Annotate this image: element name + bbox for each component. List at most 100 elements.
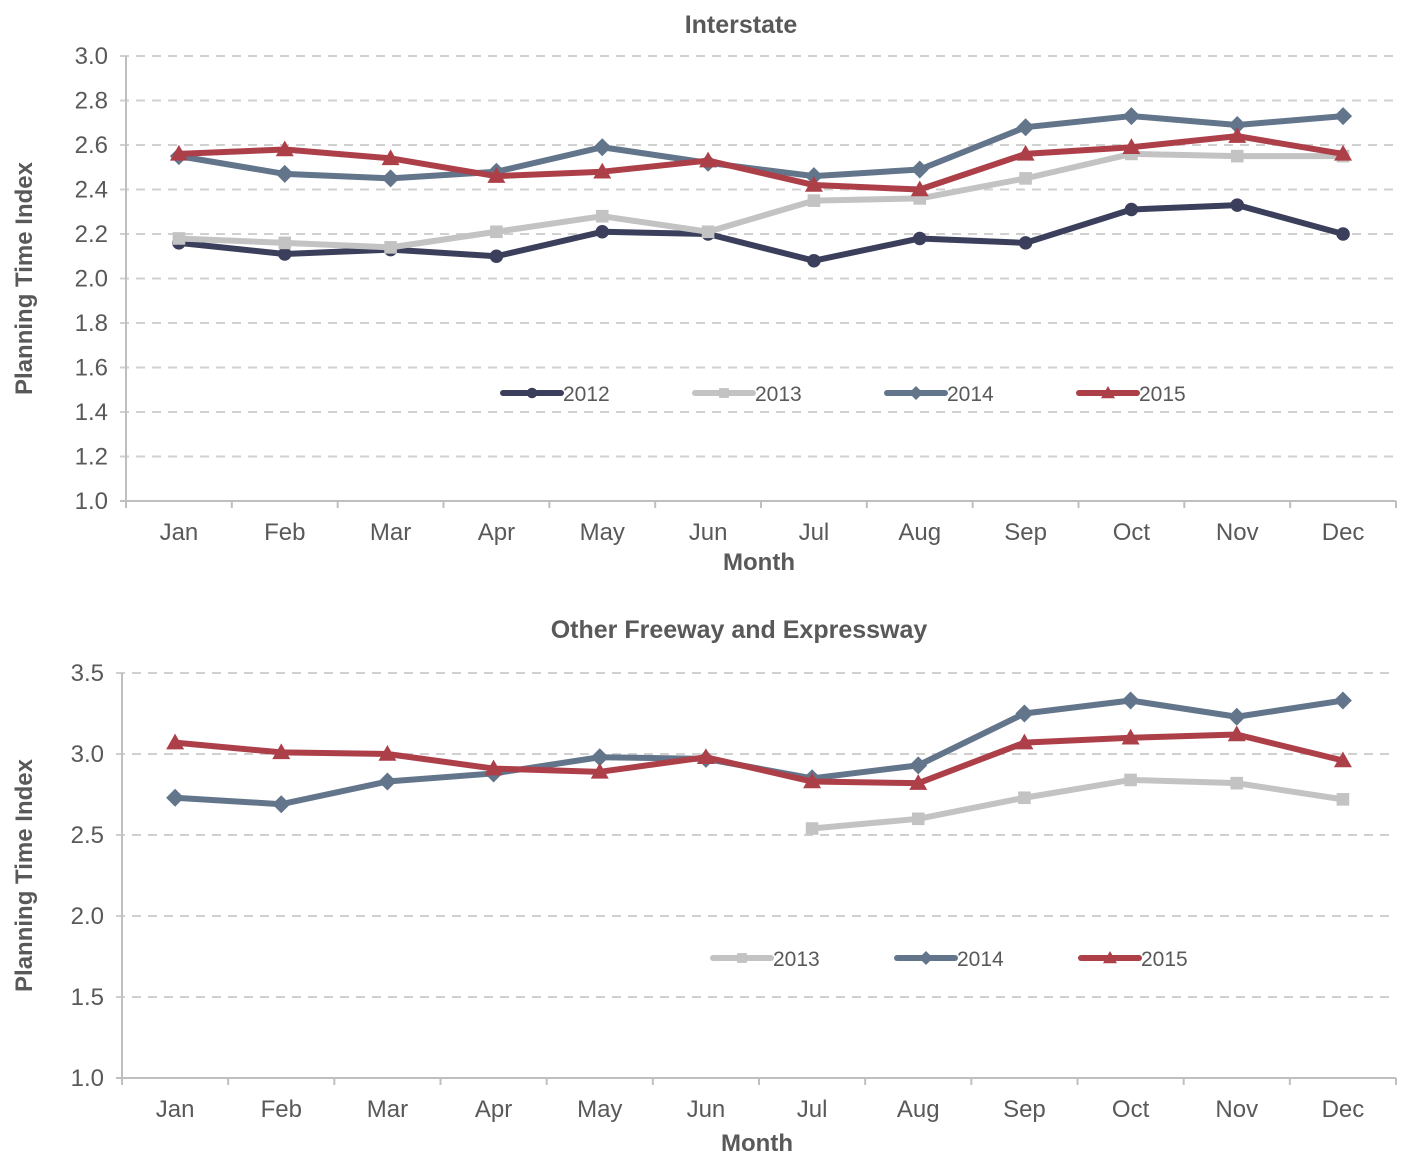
legend-marker-2014 xyxy=(909,386,923,400)
x-tick-label: Nov xyxy=(1216,519,1259,546)
y-tick-label: 2.4 xyxy=(75,177,108,204)
data-point-2013-Sep xyxy=(1018,791,1031,805)
legend: 2013 2014 2015 xyxy=(710,948,1188,971)
x-tick-label: Aug xyxy=(898,519,941,546)
data-point-2013-Dec xyxy=(1336,793,1350,806)
data-point-2012-Apr xyxy=(489,249,504,263)
y-tick-label: 1.0 xyxy=(75,488,108,515)
legend-marker-2012 xyxy=(526,387,538,399)
y-tick-label: 1.2 xyxy=(75,444,108,471)
data-point-2013-Sep xyxy=(1019,172,1032,185)
y-tick-label: 1.8 xyxy=(75,310,108,337)
data-point-2014-Aug xyxy=(910,160,929,179)
data-point-2014-May xyxy=(593,138,612,157)
x-axis-title: Month xyxy=(723,549,795,576)
data-point-2013-Jul xyxy=(807,194,821,207)
data-point-2014-Oct xyxy=(1122,107,1141,126)
charts-canvas: Interstate 1.0 1.2 1.4 1.6 1.8 2.0 2.2 2.4 2.6 2.8… xyxy=(11,11,1397,1157)
x-tick-label: Dec xyxy=(1322,519,1365,546)
x-tick-label: Oct xyxy=(1113,519,1151,546)
data-point-2012-Sep xyxy=(1018,236,1033,250)
x-tick-label: Dec xyxy=(1322,1096,1365,1123)
y-tick-label: 3.0 xyxy=(71,741,104,768)
legend-label: 2013 xyxy=(773,948,820,971)
data-point-2012-Dec xyxy=(1336,227,1350,241)
x-tick-label: Feb xyxy=(261,1096,302,1123)
legend-label: 2014 xyxy=(947,383,994,406)
legend-label: 2015 xyxy=(1139,383,1186,406)
x-tick-label: Sep xyxy=(1003,1096,1046,1123)
legend-label: 2015 xyxy=(1141,948,1188,971)
x-tick-label: May xyxy=(577,1096,622,1123)
y-axis-title: Planning Time Index xyxy=(11,161,38,395)
legend-marker-2013 xyxy=(737,953,747,963)
y-tick-label: 2.5 xyxy=(71,822,104,849)
y-tick-label: 2.0 xyxy=(75,266,108,293)
data-point-2014-Mar xyxy=(381,169,400,188)
data-point-2012-Oct xyxy=(1124,202,1139,217)
series-2015 xyxy=(169,127,1353,197)
x-tick-label: Oct xyxy=(1112,1096,1150,1123)
data-point-2013-May xyxy=(595,209,609,223)
legend-label: 2012 xyxy=(563,383,610,406)
data-point-2012-Jul xyxy=(807,253,821,268)
data-point-2014-Nov xyxy=(1227,707,1246,726)
chart-title: Other Freeway and Expressway xyxy=(551,616,928,644)
x-tick-label: Jan xyxy=(156,1096,195,1123)
series-line-2013 xyxy=(811,776,1344,832)
data-point-2012-Aug xyxy=(913,231,927,246)
x-tick-label: Mar xyxy=(370,519,411,546)
data-point-2012-May xyxy=(595,225,609,239)
x-tick-label: Apr xyxy=(478,519,515,546)
y-tick-label: 2.6 xyxy=(75,132,108,159)
x-tick-label: Nov xyxy=(1215,1096,1258,1123)
x-tick-label: Feb xyxy=(264,519,305,546)
data-point-2014-Mar xyxy=(378,772,397,791)
data-point-2013-Nov xyxy=(1230,149,1244,163)
x-tick-label: Jul xyxy=(799,519,830,546)
x-tick-label: Apr xyxy=(475,1096,512,1123)
x-tick-label: Sep xyxy=(1004,519,1047,546)
legend-label: 2013 xyxy=(755,383,802,406)
chart-1: Interstate 1.0 1.2 1.4 1.6 1.8 2.0 2.2 2.4 2.6 2.8… xyxy=(11,11,1397,576)
series-2013 xyxy=(172,147,1350,254)
data-point-2014-Dec xyxy=(1333,691,1352,710)
y-tick-label: 1.0 xyxy=(71,1065,104,1092)
x-tick-label: Aug xyxy=(897,1096,940,1123)
data-point-2013-Apr xyxy=(490,225,503,239)
data-point-2014-Feb xyxy=(275,164,294,183)
chart-title: Interstate xyxy=(685,11,798,39)
data-point-2013-Jul xyxy=(805,822,819,835)
data-point-2013-Oct xyxy=(1124,773,1137,787)
data-point-2014-Sep xyxy=(1016,118,1035,137)
data-point-2014-Jan xyxy=(166,788,185,807)
y-tick-label: 2.8 xyxy=(75,88,108,115)
y-tick-label: 3.5 xyxy=(71,660,104,687)
data-point-2012-Nov xyxy=(1230,198,1244,212)
x-tick-label: Jan xyxy=(160,519,199,546)
x-tick-label: May xyxy=(580,519,625,546)
x-axis-title: Month xyxy=(721,1130,793,1157)
legend: 2012 2013 2014 2015 xyxy=(500,383,1186,406)
series-line-2014 xyxy=(178,113,1344,182)
data-point-2013-Jun xyxy=(701,225,715,239)
data-point-2013-Nov xyxy=(1230,776,1244,790)
chart-2: Other Freeway and Expressway 1.0 1.5 2.0 2.5… xyxy=(11,616,1397,1157)
y-tick-label: 1.4 xyxy=(75,399,108,426)
legend-marker-2013 xyxy=(719,388,729,398)
x-tick-label: Jun xyxy=(687,1096,726,1123)
series-2012 xyxy=(172,198,1350,268)
data-point-2014-Oct xyxy=(1121,691,1140,710)
x-tick-label: Jul xyxy=(797,1096,828,1123)
data-point-2013-Jan xyxy=(172,232,186,245)
data-point-2013-Mar xyxy=(384,241,397,254)
y-axis-title: Planning Time Index xyxy=(11,758,38,992)
legend-marker-2014 xyxy=(919,951,933,965)
data-point-2014-Dec xyxy=(1334,107,1353,126)
y-tick-label: 3.0 xyxy=(75,43,108,70)
data-point-2014-Feb xyxy=(272,795,291,814)
data-point-2013-Feb xyxy=(278,236,292,250)
data-point-2013-Aug xyxy=(911,812,925,826)
y-tick-label: 1.5 xyxy=(71,984,104,1011)
legend-label: 2014 xyxy=(957,948,1004,971)
